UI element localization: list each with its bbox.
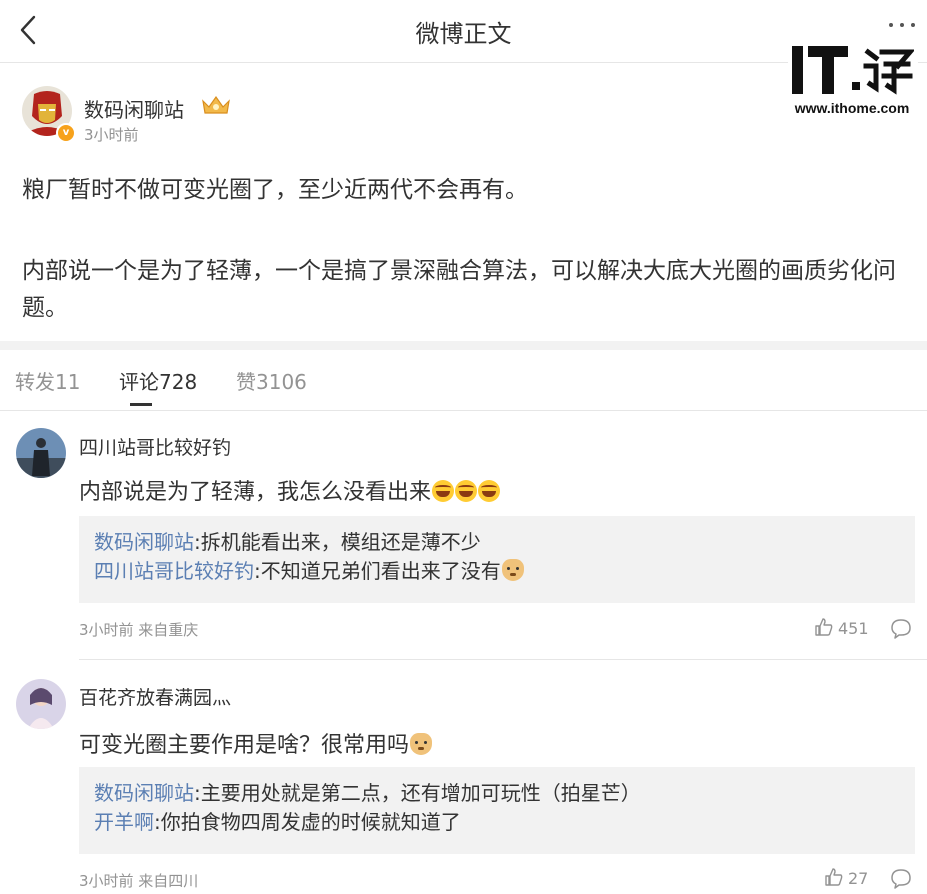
author-name[interactable]: 数码闲聊站	[84, 94, 184, 123]
tab-reposts[interactable]: 转发11	[15, 366, 80, 395]
reply-username[interactable]: 开羊啊	[94, 810, 154, 834]
reply-username[interactable]: 数码闲聊站	[94, 781, 194, 805]
comment-bubble-icon[interactable]	[890, 618, 912, 640]
commenter-avatar[interactable]	[16, 679, 66, 729]
reply-text: :拆机能看出来，模组还是薄不少	[194, 530, 481, 554]
like-count: 27	[848, 869, 869, 888]
reply-preview-box[interactable]: 数码闲聊站:主要用处就是第二点，还有增加可玩性（拍星芒） 开羊啊:你拍食物四周发…	[79, 767, 915, 854]
comment-meta: 3小时前 来自重庆	[79, 621, 199, 639]
reply-text: :不知道兄弟们看出来了没有	[254, 559, 501, 583]
comment-text-content: 可变光圈主要作用是啥？很常用吗	[79, 733, 410, 758]
laugh-tears-emoji-icon	[478, 480, 501, 502]
comment-bubble-icon[interactable]	[890, 868, 912, 890]
post-content: 粮厂暂时不做可变光圈了，至少近两代不会再有。 内部说一个是为了轻薄，一个是搞了景…	[22, 172, 912, 327]
commenter-name[interactable]: 四川站哥比较好钓	[79, 433, 231, 460]
ithome-url: www.ithome.com	[794, 100, 910, 116]
like-count: 451	[838, 619, 869, 638]
commenter-avatar[interactable]	[16, 428, 66, 478]
interaction-tabs: 转发11 评论728 赞3106	[0, 350, 927, 411]
like-button[interactable]: 27	[824, 867, 884, 891]
reply-username[interactable]: 四川站哥比较好钓	[94, 559, 254, 583]
reply-line: 数码闲聊站:拆机能看出来，模组还是薄不少	[94, 528, 899, 557]
reply-username[interactable]: 数码闲聊站	[94, 530, 194, 554]
post-paragraph: 粮厂暂时不做可变光圈了，至少近两代不会再有。	[22, 177, 528, 203]
doge-emoji-icon	[501, 559, 524, 581]
comment-separator	[79, 659, 927, 660]
laugh-tears-emoji-icon	[455, 480, 478, 502]
comment-meta: 3小时前 来自四川	[79, 872, 199, 890]
thumbs-up-icon	[825, 868, 843, 886]
active-tab-indicator	[130, 403, 152, 406]
laugh-tears-emoji-icon	[432, 480, 455, 502]
reply-text: :你拍食物四周发虚的时候就知道了	[154, 810, 461, 834]
section-divider	[0, 341, 927, 350]
comment-text: 可变光圈主要作用是啥？很常用吗	[79, 727, 433, 759]
reply-preview-box[interactable]: 数码闲聊站:拆机能看出来，模组还是薄不少 四川站哥比较好钓:不知道兄弟们看出来了…	[79, 516, 915, 603]
comment-text: 内部说是为了轻薄，我怎么没看出来	[79, 474, 501, 506]
crown-badge-icon	[200, 93, 232, 117]
verified-badge-icon: v	[56, 123, 76, 143]
ithome-watermark: www.ithome.com	[788, 42, 918, 122]
like-button[interactable]: 451	[814, 617, 874, 641]
tab-comments[interactable]: 评论728	[119, 366, 197, 395]
post-time: 3小时前	[84, 126, 139, 144]
tab-likes[interactable]: 赞3106	[236, 366, 307, 395]
reply-line: 四川站哥比较好钓:不知道兄弟们看出来了没有	[94, 557, 899, 586]
thumbs-up-icon	[815, 618, 833, 636]
reply-line: 开羊啊:你拍食物四周发虚的时候就知道了	[94, 808, 899, 837]
post-paragraph: 内部说一个是为了轻薄，一个是搞了景深融合算法，可以解决大底大光圈的画质劣化问题。	[22, 258, 896, 321]
reply-line: 数码闲聊站:主要用处就是第二点，还有增加可玩性（拍星芒）	[94, 779, 899, 808]
doge-emoji-icon	[410, 733, 433, 755]
commenter-name[interactable]: 百花齐放春满园灬	[79, 683, 231, 710]
comment-text-content: 内部说是为了轻薄，我怎么没看出来	[79, 480, 432, 505]
ithome-logo-icon	[792, 46, 914, 95]
reply-text: :主要用处就是第二点，还有增加可玩性（拍星芒）	[194, 781, 641, 805]
